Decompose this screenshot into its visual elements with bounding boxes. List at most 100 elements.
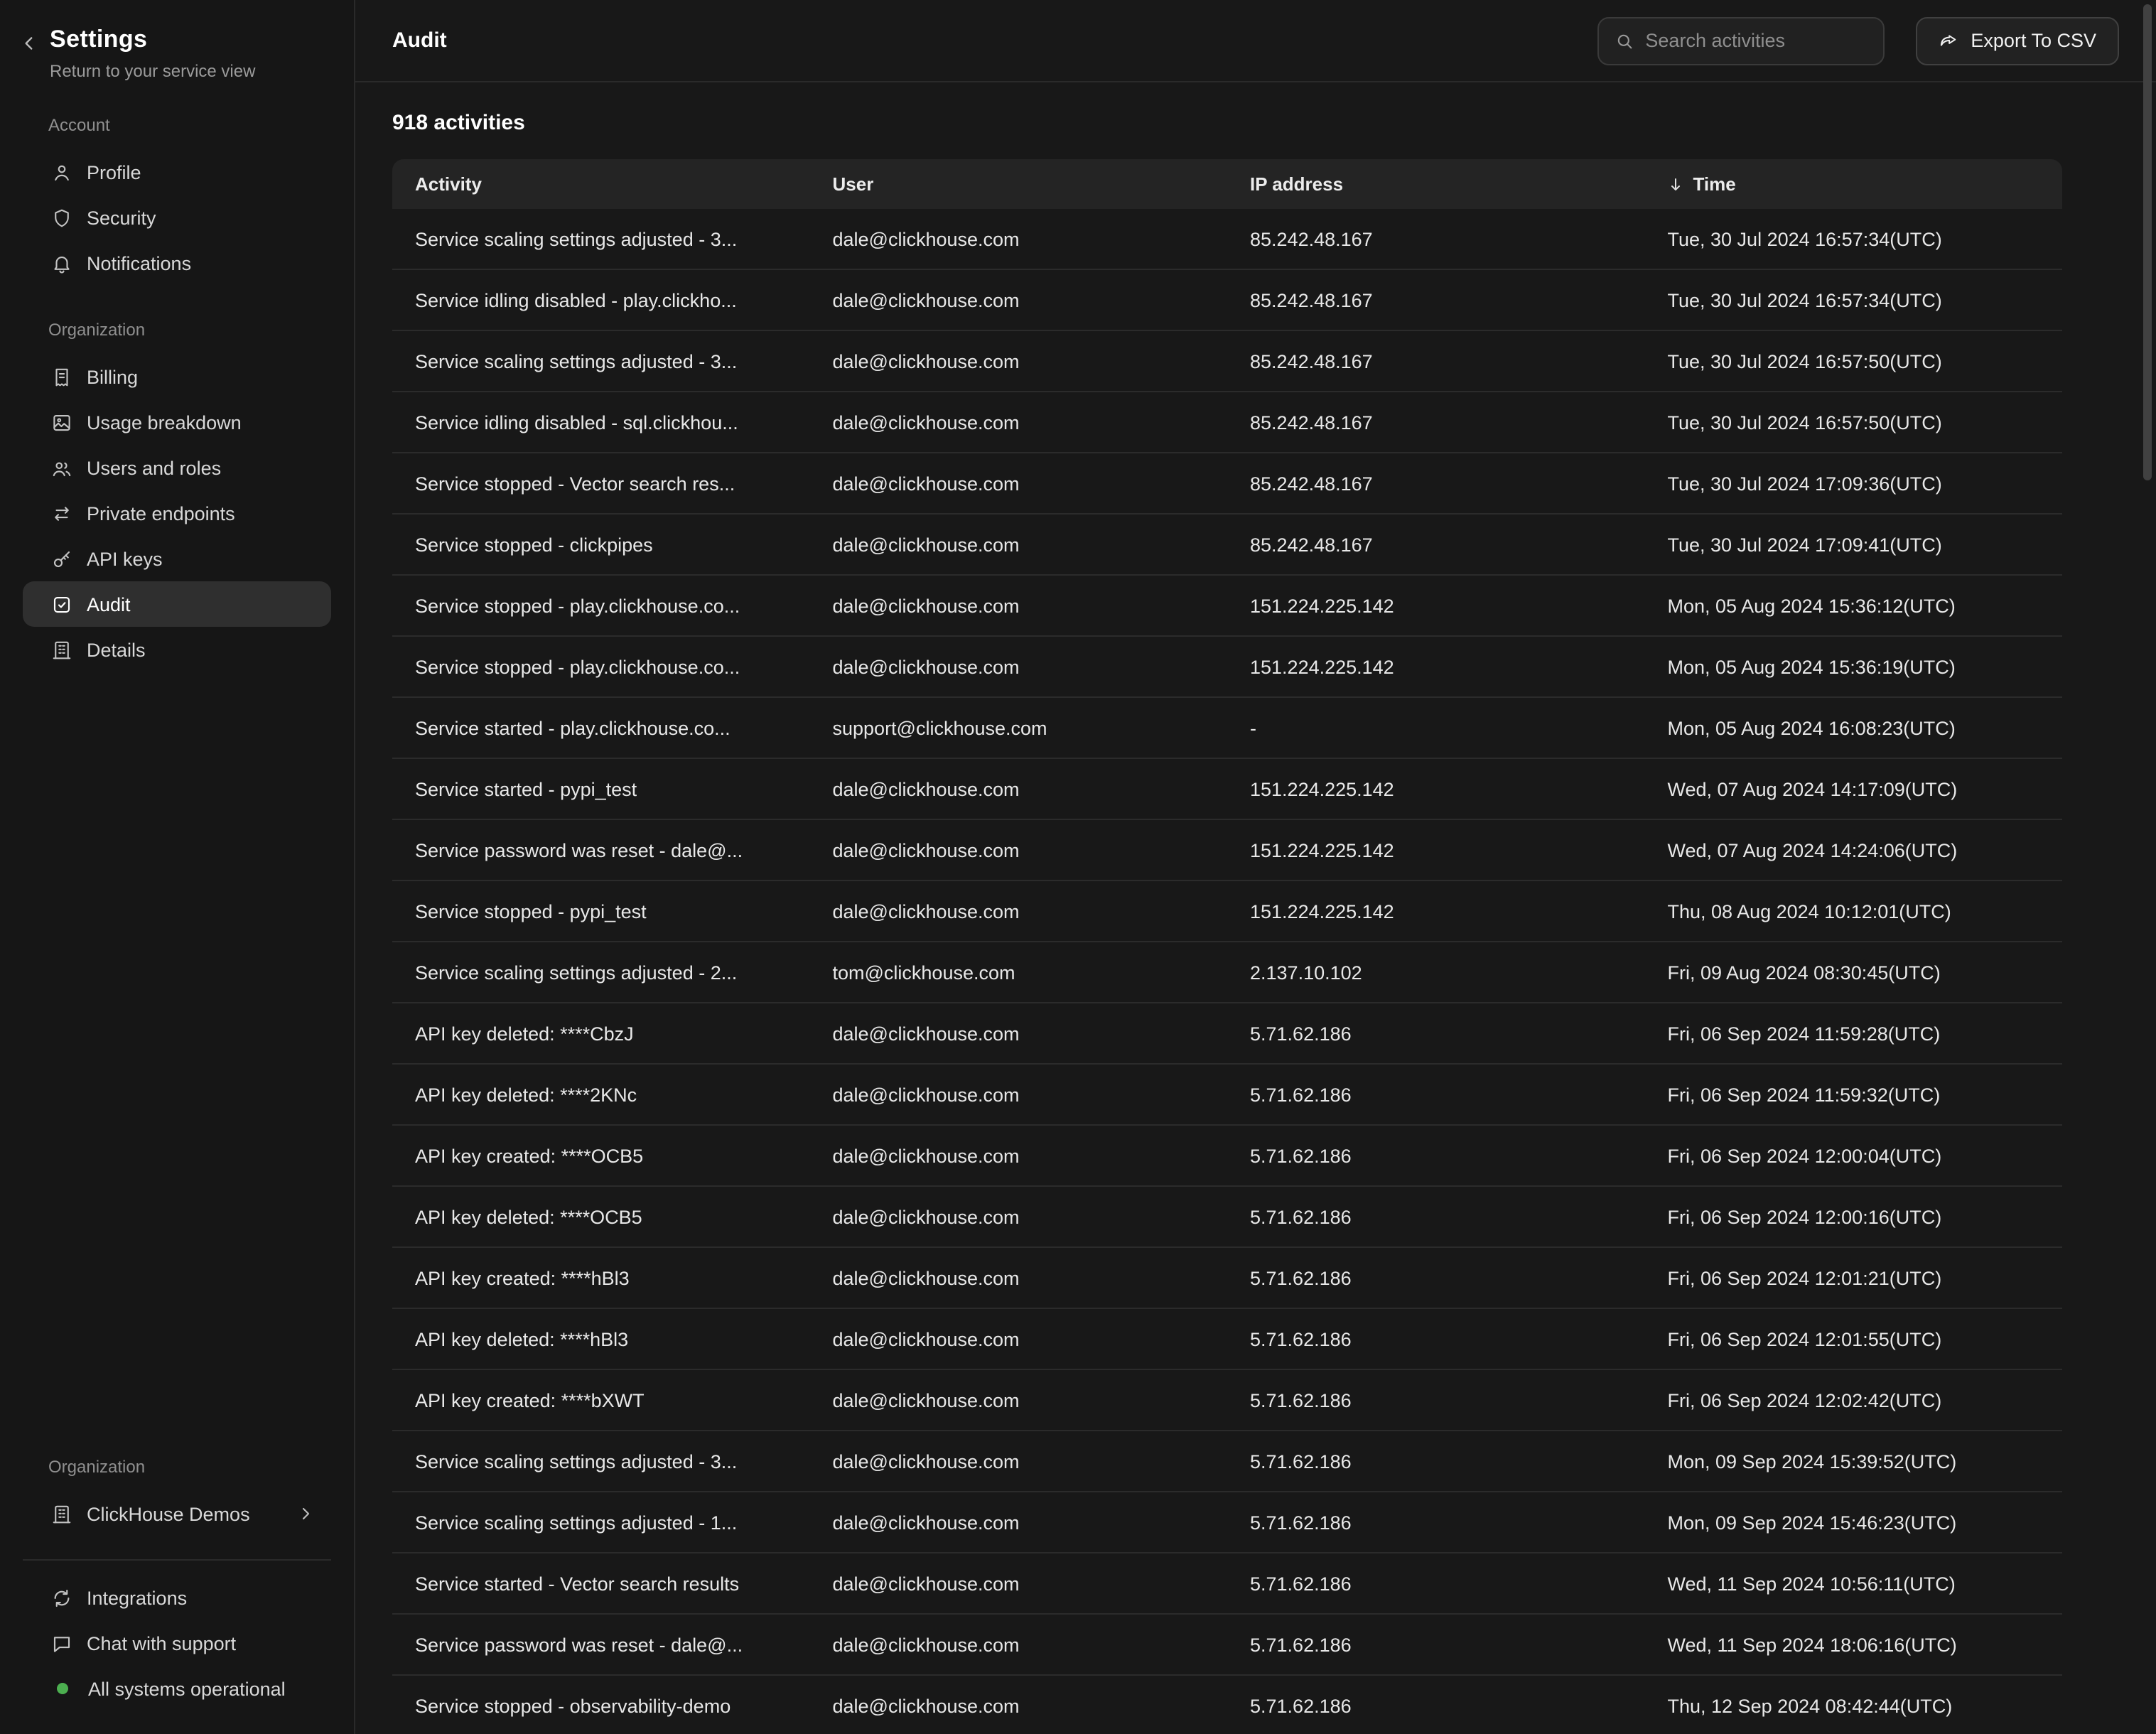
integrations-icon [51, 1587, 72, 1608]
table-row[interactable]: Service scaling settings adjusted - 1...… [392, 1492, 2062, 1553]
cell-user: dale@clickhouse.com [810, 900, 1228, 922]
sidebar-item-api-keys[interactable]: API keys [23, 536, 331, 581]
sidebar-item-usage-breakdown[interactable]: Usage breakdown [23, 399, 331, 445]
table-row[interactable]: Service stopped - Vector search res... d… [392, 453, 2062, 515]
back-chevron-icon[interactable] [20, 34, 38, 53]
cell-user: dale@clickhouse.com [810, 1512, 1228, 1533]
cell-user: tom@clickhouse.com [810, 962, 1228, 983]
sidebar-item-label: Notifications [87, 252, 191, 274]
table-row[interactable]: Service scaling settings adjusted - 2...… [392, 942, 2062, 1003]
cell-user: dale@clickhouse.com [810, 228, 1228, 249]
table-row[interactable]: Service scaling settings adjusted - 3...… [392, 209, 2062, 270]
sidebar-item-chat-support[interactable]: Chat with support [23, 1620, 331, 1666]
usage-chart-icon [51, 411, 72, 433]
sidebar-item-label: API keys [87, 548, 163, 569]
table-row[interactable]: Service stopped - clickpipes dale@clickh… [392, 515, 2062, 576]
cell-ip: - [1227, 717, 1645, 738]
table-row[interactable]: API key created: ****OCB5 dale@clickhous… [392, 1126, 2062, 1187]
system-status[interactable]: All systems operational [23, 1666, 331, 1711]
search-box[interactable] [1597, 16, 1884, 65]
table-row[interactable]: Service stopped - pypi_test dale@clickho… [392, 881, 2062, 942]
cell-activity: Service password was reset - dale@... [392, 1634, 810, 1655]
export-csv-button[interactable]: Export To CSV [1915, 16, 2119, 65]
column-header-activity[interactable]: Activity [392, 173, 810, 195]
org-switcher-heading: Organization [48, 1457, 331, 1477]
vertical-scrollbar[interactable] [2143, 4, 2152, 480]
cell-time: Fri, 06 Sep 2024 12:00:04(UTC) [1645, 1145, 2063, 1166]
sidebar-item-label: Users and roles [87, 457, 221, 478]
cell-ip: 5.71.62.186 [1227, 1145, 1645, 1166]
sidebar-item-users-and-roles[interactable]: Users and roles [23, 445, 331, 490]
table-row[interactable]: Service stopped - observability-demo dal… [392, 1676, 2062, 1734]
sidebar-item-security[interactable]: Security [23, 195, 331, 240]
table-row[interactable]: Service started - Vector search results … [392, 1553, 2062, 1615]
cell-time: Tue, 30 Jul 2024 16:57:34(UTC) [1645, 289, 2063, 311]
cell-activity: Service scaling settings adjusted - 1... [392, 1512, 810, 1533]
table-row[interactable]: API key deleted: ****hBl3 dale@clickhous… [392, 1309, 2062, 1370]
table-row[interactable]: API key deleted: ****2KNc dale@clickhous… [392, 1065, 2062, 1126]
activities-count: 918 activities [392, 111, 2062, 135]
cell-time: Mon, 05 Aug 2024 16:08:23(UTC) [1645, 717, 2063, 738]
table-row[interactable]: Service idling disabled - sql.clickhou..… [392, 392, 2062, 453]
sidebar-item-details[interactable]: Details [23, 627, 331, 672]
sidebar-item-label: Private endpoints [87, 502, 235, 524]
users-icon [51, 457, 72, 478]
cell-time: Tue, 30 Jul 2024 17:09:36(UTC) [1645, 473, 2063, 494]
cell-ip: 5.71.62.186 [1227, 1450, 1645, 1472]
column-header-time[interactable]: Time [1645, 173, 2063, 195]
sidebar-item-audit[interactable]: Audit [23, 581, 331, 627]
cell-time: Fri, 06 Sep 2024 12:01:21(UTC) [1645, 1267, 2063, 1288]
shield-icon [51, 207, 72, 228]
cell-time: Mon, 05 Aug 2024 15:36:19(UTC) [1645, 656, 2063, 677]
column-header-ip[interactable]: IP address [1227, 173, 1645, 195]
table-row[interactable]: Service stopped - play.clickhouse.co... … [392, 576, 2062, 637]
cell-user: dale@clickhouse.com [810, 1389, 1228, 1411]
sidebar-item-integrations[interactable]: Integrations [23, 1575, 331, 1620]
audit-table-header: Activity User IP address Time [392, 159, 2062, 209]
sidebar-item-notifications[interactable]: Notifications [23, 240, 331, 286]
org-building-icon [51, 1503, 72, 1524]
status-label: All systems operational [88, 1678, 286, 1699]
table-row[interactable]: API key deleted: ****CbzJ dale@clickhous… [392, 1003, 2062, 1065]
cell-activity: Service started - Vector search results [392, 1573, 810, 1594]
table-row[interactable]: API key created: ****hBl3 dale@clickhous… [392, 1248, 2062, 1309]
table-row[interactable]: API key created: ****bXWT dale@clickhous… [392, 1370, 2062, 1431]
cell-user: dale@clickhouse.com [810, 778, 1228, 799]
cell-activity: Service started - pypi_test [392, 778, 810, 799]
sidebar-item-profile[interactable]: Profile [23, 149, 331, 195]
table-row[interactable]: Service started - play.clickhouse.co... … [392, 698, 2062, 759]
search-input[interactable] [1645, 30, 1867, 51]
audit-table: Activity User IP address Time [392, 159, 2062, 1734]
cell-user: dale@clickhouse.com [810, 1573, 1228, 1594]
table-row[interactable]: Service stopped - play.clickhouse.co... … [392, 637, 2062, 698]
cell-user: dale@clickhouse.com [810, 656, 1228, 677]
cell-time: Fri, 06 Sep 2024 12:02:42(UTC) [1645, 1389, 2063, 1411]
table-row[interactable]: Service idling disabled - play.clickho..… [392, 270, 2062, 331]
cell-activity: Service idling disabled - play.clickho..… [392, 289, 810, 311]
table-row[interactable]: Service scaling settings adjusted - 3...… [392, 1431, 2062, 1492]
table-row[interactable]: Service started - pypi_test dale@clickho… [392, 759, 2062, 820]
sort-desc-icon [1668, 176, 1685, 193]
cell-user: dale@clickhouse.com [810, 1328, 1228, 1350]
chat-bubble-icon [51, 1632, 72, 1654]
table-row[interactable]: API key deleted: ****OCB5 dale@clickhous… [392, 1187, 2062, 1248]
cell-activity: Service stopped - pypi_test [392, 900, 810, 922]
column-header-user[interactable]: User [810, 173, 1228, 195]
cell-time: Fri, 09 Aug 2024 08:30:45(UTC) [1645, 962, 2063, 983]
cell-ip: 5.71.62.186 [1227, 1084, 1645, 1105]
sidebar-subtitle[interactable]: Return to your service view [50, 61, 255, 81]
table-row[interactable]: Service scaling settings adjusted - 3...… [392, 331, 2062, 392]
cell-time: Wed, 07 Aug 2024 14:24:06(UTC) [1645, 839, 2063, 861]
table-row[interactable]: Service password was reset - dale@... da… [392, 820, 2062, 881]
table-row[interactable]: Service password was reset - dale@... da… [392, 1615, 2062, 1676]
cell-time: Tue, 30 Jul 2024 16:57:50(UTC) [1645, 350, 2063, 372]
sidebar-item-private-endpoints[interactable]: Private endpoints [23, 490, 331, 536]
cell-time: Wed, 07 Aug 2024 14:17:09(UTC) [1645, 778, 2063, 799]
audit-table-body: Service scaling settings adjusted - 3...… [392, 209, 2062, 1734]
cell-time: Fri, 06 Sep 2024 11:59:28(UTC) [1645, 1023, 2063, 1044]
sidebar-bottom: Organization ClickHouse Demos Integratio… [0, 1423, 354, 1711]
org-switcher[interactable]: ClickHouse Demos [23, 1491, 331, 1536]
cell-activity: API key created: ****bXWT [392, 1389, 810, 1411]
sidebar-item-billing[interactable]: Billing [23, 354, 331, 399]
cell-user: support@clickhouse.com [810, 717, 1228, 738]
